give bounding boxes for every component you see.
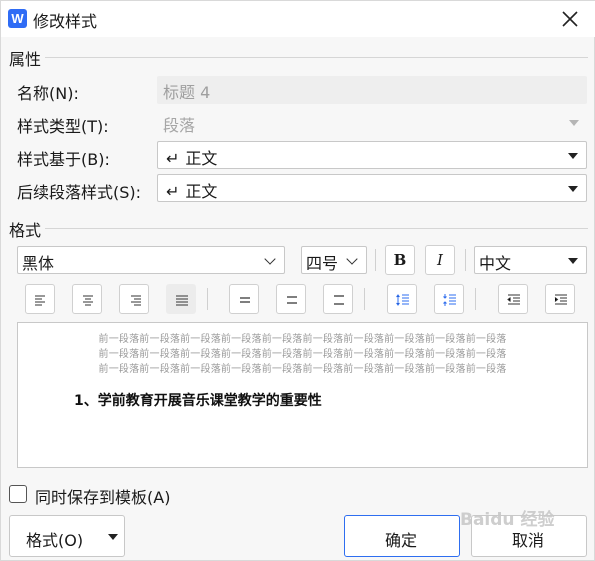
- ok-button[interactable]: 确定: [344, 515, 460, 557]
- align-right-button[interactable]: [119, 284, 149, 314]
- indent-decrease-icon: [507, 294, 520, 305]
- align-left-button[interactable]: [25, 284, 55, 314]
- preview-previous-paragraph-line: 前一段落前一段落前一段落前一段落前一段落前一段落前一段落前一段落前一段落前一段落: [98, 349, 507, 360]
- font-size-select[interactable]: 四号: [301, 246, 367, 274]
- line-spacing-single-button[interactable]: [229, 284, 259, 314]
- line-spacing-double-icon: [334, 295, 344, 305]
- indent-increase-icon: [554, 294, 567, 305]
- ok-label: 确定: [385, 531, 418, 550]
- name-field-value: 标题 4: [163, 83, 211, 102]
- font-value: 黑体: [22, 254, 55, 273]
- paragraph-return-icon: ↵: [166, 149, 180, 168]
- toolbar-separator: [207, 288, 208, 310]
- based-on-value-wrap: ↵ 正文: [166, 145, 217, 169]
- toolbar-separator: [465, 249, 466, 271]
- dropdown-arrow-icon: [569, 120, 579, 126]
- dropdown-arrow-icon: [568, 153, 578, 159]
- save-to-template-label[interactable]: 同时保存到模板(A): [35, 484, 170, 508]
- line-spacing-onehalf-icon: [287, 296, 297, 304]
- paragraph-spacing-decrease-icon: [443, 294, 456, 306]
- format-divider: [45, 228, 588, 229]
- italic-label: I: [437, 251, 443, 269]
- space-before-increase-button[interactable]: [387, 284, 417, 314]
- close-icon[interactable]: [557, 6, 583, 32]
- style-type-label: 样式类型(T):: [17, 117, 109, 136]
- language-select[interactable]: 中文: [474, 246, 587, 274]
- chevron-down-icon: [346, 253, 358, 265]
- justify-button[interactable]: [166, 284, 196, 314]
- paragraph-return-icon: ↵: [166, 182, 180, 201]
- justify-icon: [176, 295, 188, 306]
- line-spacing-double-button[interactable]: [323, 284, 353, 314]
- based-on-label: 样式基于(B):: [17, 150, 110, 169]
- preview-previous-paragraph-line: 前一段落前一段落前一段落前一段落前一段落前一段落前一段落前一段落前一段落前一段落: [98, 334, 507, 345]
- bold-label: B: [393, 251, 407, 269]
- italic-button[interactable]: I: [425, 245, 455, 275]
- space-before-decrease-button[interactable]: [434, 284, 464, 314]
- format-menu-label: 格式(O): [26, 531, 84, 550]
- name-label: 名称(N):: [17, 84, 79, 103]
- preview-heading-sample: 1、学前教育开展音乐课堂教学的重要性: [74, 393, 322, 409]
- paragraph-spacing-increase-icon: [396, 294, 409, 306]
- name-field: 标题 4: [157, 76, 587, 104]
- chevron-down-icon: [264, 253, 276, 265]
- style-preview-pane: 前一段落前一段落前一段落前一段落前一段落前一段落前一段落前一段落前一段落前一段落…: [17, 322, 588, 468]
- based-on-select[interactable]: ↵ 正文: [157, 141, 587, 169]
- save-to-template-checkbox[interactable]: [9, 485, 27, 503]
- dropdown-arrow-icon: [568, 186, 578, 192]
- preview-previous-paragraph-line: 前一段落前一段落前一段落前一段落前一段落前一段落前一段落前一段落前一段落前一段落: [98, 364, 507, 375]
- cancel-label: 取消: [512, 531, 545, 550]
- style-type-select: 段落: [157, 109, 587, 137]
- style-type-value: 段落: [163, 116, 196, 135]
- align-left-icon: [35, 295, 45, 306]
- align-right-icon: [131, 295, 141, 306]
- next-style-value-wrap: ↵ 正文: [166, 178, 217, 202]
- format-menu-button[interactable]: 格式(O): [9, 515, 125, 557]
- next-style-value: 正文: [185, 182, 218, 201]
- dropdown-arrow-icon: [108, 534, 118, 540]
- toolbar-separator: [475, 288, 476, 310]
- line-spacing-single-icon: [240, 297, 250, 303]
- properties-section-title: 属性: [9, 50, 42, 69]
- next-style-label: 后续段落样式(S):: [17, 183, 142, 202]
- modify-style-dialog: W 修改样式 属性 名称(N): 标题 4 样式类型(T): 段落 样式基于(B…: [0, 0, 595, 561]
- properties-divider: [45, 57, 588, 58]
- indent-decrease-button[interactable]: [498, 284, 528, 314]
- align-center-button[interactable]: [72, 284, 102, 314]
- dialog-title: 修改样式: [33, 12, 98, 31]
- indent-increase-button[interactable]: [545, 284, 575, 314]
- font-size-value: 四号: [306, 254, 339, 273]
- language-value: 中文: [479, 254, 512, 273]
- font-select[interactable]: 黑体: [17, 246, 285, 274]
- dropdown-arrow-icon: [568, 258, 578, 264]
- format-section-title: 格式: [9, 221, 42, 240]
- wps-writer-icon: W: [8, 9, 27, 28]
- based-on-value: 正文: [185, 149, 218, 168]
- baidu-watermark: Baidu 经验: [460, 510, 555, 530]
- next-style-select[interactable]: ↵ 正文: [157, 174, 587, 202]
- title-bar: W 修改样式: [1, 1, 595, 37]
- bold-button[interactable]: B: [385, 245, 415, 275]
- line-spacing-onehalf-button[interactable]: [276, 284, 306, 314]
- toolbar-separator: [375, 249, 376, 271]
- align-center-icon: [83, 295, 93, 306]
- toolbar-separator: [364, 288, 365, 310]
